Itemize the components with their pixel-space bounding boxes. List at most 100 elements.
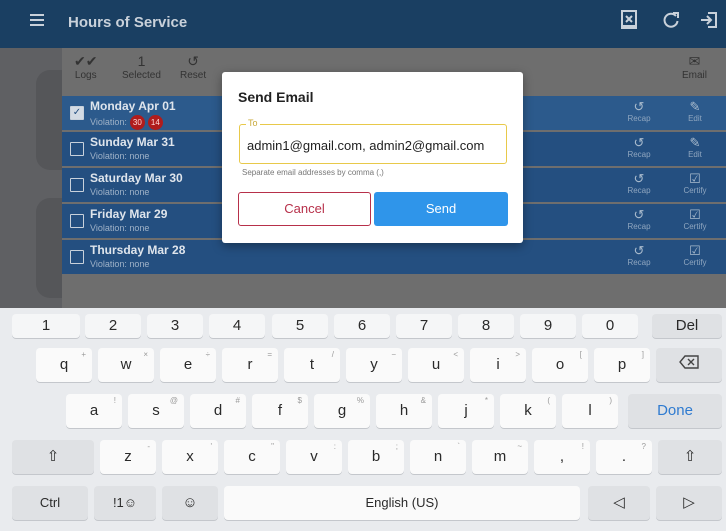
recap-icon: ↺ [633, 135, 645, 150]
violation-label: Violation: none [90, 223, 150, 233]
key-comma[interactable]: ,! [534, 440, 590, 474]
key-6[interactable]: 6 [334, 314, 390, 338]
key-alt-char: ? [641, 442, 646, 451]
row-day: Friday Mar 29 [90, 207, 168, 221]
left-arrow-key[interactable]: ◁ [588, 486, 650, 520]
key-e[interactable]: e ÷ [160, 348, 216, 382]
recap-button[interactable]: ↺ Recap [622, 100, 656, 124]
cancel-button[interactable]: Cancel [238, 192, 371, 226]
key-9[interactable]: 9 [520, 314, 576, 338]
key-q[interactable]: q + [36, 348, 92, 382]
key-char: p [617, 356, 627, 373]
key-s[interactable]: s @ [128, 394, 184, 428]
send-button[interactable]: Send [374, 192, 508, 226]
recap-button[interactable]: ↺ Recap [622, 244, 656, 268]
key-alt-char: ) [609, 396, 612, 405]
key-8[interactable]: 8 [458, 314, 514, 338]
key-t[interactable]: t / [284, 348, 340, 382]
key-char: m [493, 448, 507, 465]
emoji-key[interactable]: ☺ [162, 486, 218, 520]
row-checkbox[interactable] [70, 250, 84, 264]
key-r[interactable]: r = [222, 348, 278, 382]
key-w[interactable]: w × [98, 348, 154, 382]
email-button[interactable]: ✉ Email [682, 54, 707, 81]
done-key[interactable]: Done [628, 394, 722, 428]
key-alt-char: > [515, 350, 520, 359]
row-checkbox[interactable] [70, 142, 84, 156]
recap-button[interactable]: ↺ Recap [622, 208, 656, 232]
previous-card [36, 70, 62, 170]
key-f[interactable]: f $ [252, 394, 308, 428]
key-char: o [555, 356, 565, 373]
key-char: . [621, 448, 627, 465]
refresh-icon[interactable] [658, 10, 684, 36]
recap-button[interactable]: ↺ Recap [622, 135, 656, 160]
key-5[interactable]: 5 [272, 314, 328, 338]
violation-label: Violation: none [90, 187, 150, 197]
key-g[interactable]: g% [314, 394, 370, 428]
key-o[interactable]: o[ [532, 348, 588, 382]
logs-button[interactable]: ✔✔ Logs [74, 54, 97, 81]
log-row[interactable]: Thursday Mar 28 Violation: none ↺ Recap ☑ Cer… [62, 238, 726, 274]
key-a[interactable]: a! [66, 394, 122, 428]
shift-key-left[interactable]: ⇧ [12, 440, 94, 474]
key-period[interactable]: .? [596, 440, 652, 474]
reset-button[interactable]: ↺ Reset [180, 54, 206, 81]
row-checkbox[interactable] [70, 214, 84, 228]
certify-button[interactable]: ☑ Certify [678, 172, 712, 196]
key-c[interactable]: c " [224, 440, 280, 474]
key-m[interactable]: m ~ [472, 440, 528, 474]
row-checkbox[interactable] [70, 178, 84, 192]
key-v[interactable]: v: [286, 440, 342, 474]
export-icon[interactable] [616, 10, 642, 36]
check-all-icon: ✔✔ [74, 53, 98, 69]
key-alt-char: $ [297, 396, 302, 405]
backspace-key[interactable] [656, 348, 722, 382]
to-email-field[interactable]: To admin1@gmail.com, admin2@gmail.com [239, 118, 507, 164]
key-alt-char: [ [579, 350, 582, 359]
certify-button[interactable]: ☑ Certify [678, 244, 712, 268]
key-z[interactable]: z- [100, 440, 156, 474]
edit-icon: ✎ [689, 99, 701, 114]
key-7[interactable]: 7 [396, 314, 452, 338]
right-arrow-key[interactable]: ▷ [656, 486, 722, 520]
key-k[interactable]: k( [500, 394, 556, 428]
logout-icon[interactable] [696, 10, 722, 36]
edit-button[interactable]: ✎ Edit [678, 99, 712, 124]
to-value[interactable]: admin1@gmail.com, admin2@gmail.com [247, 138, 484, 153]
recap-button[interactable]: ↺ Recap [622, 171, 656, 196]
key-4[interactable]: 4 [209, 314, 265, 338]
row-checkbox[interactable]: ✓ [70, 106, 84, 120]
key-j[interactable]: j * [438, 394, 494, 428]
ctrl-key[interactable]: Ctrl [12, 486, 88, 520]
violation-label: Violation: none [90, 259, 150, 269]
key-b[interactable]: b; [348, 440, 404, 474]
recap-icon: ↺ [633, 171, 645, 186]
edit-button[interactable]: ✎ Edit [678, 135, 712, 160]
key-d[interactable]: d # [190, 394, 246, 428]
key-p[interactable]: p] [594, 348, 650, 382]
recap-label: Recap [627, 114, 651, 123]
key-char: k [524, 402, 532, 419]
key-i[interactable]: i > [470, 348, 526, 382]
space-key[interactable]: English (US) [224, 486, 580, 520]
symbols-key[interactable]: !1☺ [94, 486, 156, 520]
delete-key[interactable]: Del [652, 314, 722, 338]
shift-key-right[interactable]: ⇧ [658, 440, 722, 474]
certify-button[interactable]: ☑ Certify [678, 208, 712, 232]
key-x[interactable]: x ' [162, 440, 218, 474]
menu-icon[interactable] [30, 14, 44, 26]
key-2[interactable]: 2 [85, 314, 141, 338]
key-h[interactable]: h & [376, 394, 432, 428]
edit-icon: ✎ [689, 135, 701, 150]
key-n[interactable]: n ` [410, 440, 466, 474]
key-3[interactable]: 3 [147, 314, 203, 338]
key-char: w [120, 356, 132, 373]
key-0[interactable]: 0 [582, 314, 638, 338]
key-y[interactable]: y − [346, 348, 402, 382]
send-email-dialog: Send Email To admin1@gmail.com, admin2@g… [222, 72, 523, 243]
key-1[interactable]: 1 [12, 314, 80, 338]
key-l[interactable]: l) [562, 394, 618, 428]
key-alt-char: % [356, 396, 364, 405]
key-u[interactable]: u < [408, 348, 464, 382]
